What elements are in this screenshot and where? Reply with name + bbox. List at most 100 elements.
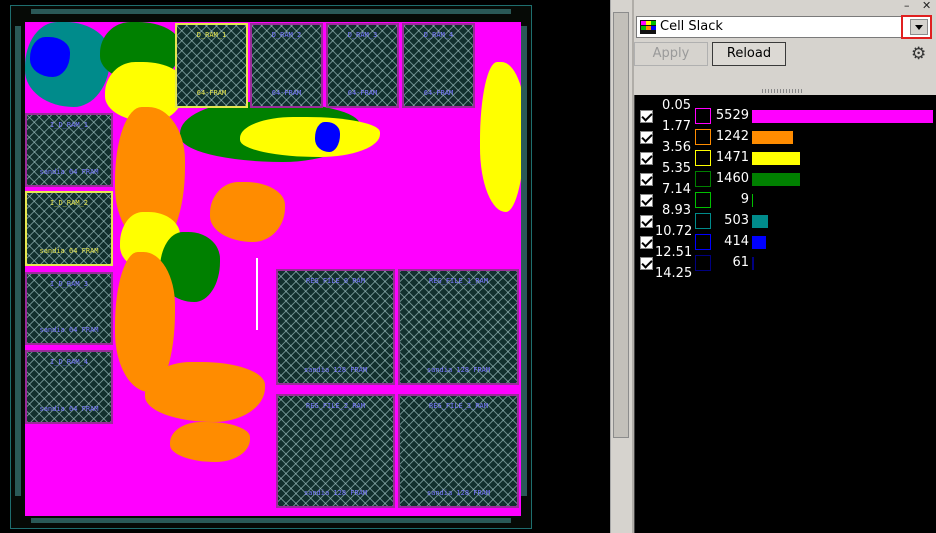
macro-type: sandia 128 FRAM (303, 489, 368, 497)
macro-name: I_D_RAM_4 (50, 358, 88, 366)
bin-checkbox-1[interactable] (640, 110, 653, 123)
macro-type: sandia 64 FRAM (39, 405, 99, 413)
bin-checkbox-8[interactable] (640, 257, 653, 270)
reload-button[interactable]: Reload (712, 42, 786, 66)
bin-checkbox-5[interactable] (640, 194, 653, 207)
macro-reg-file-0-ram[interactable]: REG_FILE_0_RAM sandia 128 FRAM (276, 269, 395, 385)
bin-checkbox-3[interactable] (640, 152, 653, 165)
heat-region-orange-bottom (145, 362, 265, 422)
bin-count: 5529 (715, 108, 749, 123)
bin-color-swatch[interactable] (695, 192, 711, 208)
macro-d-ram-3[interactable]: D_RAM_3 64-FRAM (326, 23, 399, 108)
macro-type: sandia 64 FRAM (39, 247, 99, 255)
threshold-label: 8.93 (662, 203, 691, 218)
gear-icon[interactable]: ⚙ (911, 45, 929, 63)
macro-name: REG_FILE_3_RAM (428, 402, 488, 410)
heat-region-blue-mid (315, 122, 340, 152)
macro-type: sandia 128 FRAM (426, 489, 491, 497)
macro-type: sandia 64 FRAM (39, 168, 99, 176)
bin-checkbox-7[interactable] (640, 236, 653, 249)
macro-name: D_RAM_3 (347, 31, 378, 39)
panel-titlebar: – ✕ (634, 0, 936, 14)
bin-bar (752, 152, 800, 165)
ruler-marker (256, 258, 258, 330)
bin-checkbox-2[interactable] (640, 131, 653, 144)
macro-i-d-ram-1[interactable]: I_D_RAM_1 sandia 64 FRAM (25, 113, 113, 187)
heatmap-select[interactable]: Cell Slack (636, 16, 932, 38)
threshold-label: 3.56 (662, 140, 691, 155)
macro-type: 64-FRAM (196, 89, 227, 97)
macro-reg-file-2-ram[interactable]: REG_FILE_2_RAM sandia 128 FRAM (276, 394, 395, 508)
core-area[interactable]: D_RAM_1 64-FRAM D_RAM_2 64-FRAM D_RAM_3 … (25, 22, 521, 516)
macro-name: REG_FILE_2_RAM (305, 402, 365, 410)
macro-d-ram-4[interactable]: D_RAM_4 64-FRAM (402, 23, 475, 108)
io-ring-left (15, 26, 21, 496)
layout-canvas[interactable]: D_RAM_1 64-FRAM D_RAM_2 64-FRAM D_RAM_3 … (0, 0, 610, 533)
macro-d-ram-1[interactable]: D_RAM_1 64-FRAM (175, 23, 248, 108)
macro-type: 64-FRAM (271, 89, 302, 97)
close-icon[interactable]: ✕ (922, 0, 931, 12)
macro-name: I_D_RAM_1 (50, 121, 88, 129)
bin-count: 1471 (715, 150, 749, 165)
threshold-label: 7.14 (662, 182, 691, 197)
macro-name: D_RAM_1 (196, 31, 227, 39)
io-ring-bottom (31, 518, 511, 523)
macro-reg-file-3-ram[interactable]: REG_FILE_3_RAM sandia 128 FRAM (398, 394, 519, 508)
bin-bar (752, 110, 933, 123)
threshold-label: 0.05 (662, 98, 691, 113)
bin-bar (752, 131, 793, 144)
macro-name: D_RAM_4 (423, 31, 454, 39)
macro-type: 64-FRAM (347, 89, 378, 97)
scrollbar-thumb[interactable] (613, 12, 629, 438)
macro-name: REG_FILE_1_RAM (428, 277, 488, 285)
bin-color-swatch[interactable] (695, 129, 711, 145)
heat-region-yellow-mid (240, 117, 380, 157)
bin-bar (752, 257, 754, 270)
apply-button[interactable]: Apply (634, 42, 708, 66)
bin-color-swatch[interactable] (695, 150, 711, 166)
macro-i-d-ram-2[interactable]: I_D_RAM_2 sandia 64 FRAM (25, 191, 113, 266)
bin-count: 9 (740, 192, 749, 207)
bin-checkbox-6[interactable] (640, 215, 653, 228)
bin-color-swatch[interactable] (695, 171, 711, 187)
macro-type: sandia 128 FRAM (303, 366, 368, 374)
macro-name: REG_FILE_0_RAM (305, 277, 365, 285)
bin-color-swatch[interactable] (695, 213, 711, 229)
dropdown-button-highlight (901, 15, 932, 39)
macro-i-d-ram-4[interactable]: I_D_RAM_4 sandia 64 FRAM (25, 350, 113, 424)
bin-color-swatch[interactable] (695, 255, 711, 271)
heat-region-blue (30, 37, 70, 77)
bin-color-swatch[interactable] (695, 108, 711, 124)
bin-color-swatch[interactable] (695, 234, 711, 250)
bin-count: 1242 (715, 129, 749, 144)
minimize-icon[interactable]: – (904, 0, 910, 12)
io-ring-top (31, 9, 511, 14)
resize-grip[interactable] (762, 89, 802, 93)
macro-reg-file-1-ram[interactable]: REG_FILE_1_RAM sandia 128 FRAM (398, 269, 519, 385)
macro-d-ram-2[interactable]: D_RAM_2 64-FRAM (250, 23, 323, 108)
macro-name: I_D_RAM_2 (50, 199, 88, 207)
macro-name: I_D_RAM_3 (50, 280, 88, 288)
bin-count: 61 (732, 255, 749, 270)
vertical-scrollbar[interactable] (610, 0, 632, 533)
heat-region-yellow-right (480, 62, 521, 212)
bin-bar (752, 236, 766, 249)
macro-name: D_RAM_2 (271, 31, 302, 39)
macro-type: 64-FRAM (423, 89, 454, 97)
bin-count: 503 (724, 213, 749, 228)
heat-region-orange-bottom2 (170, 422, 250, 462)
heat-region-orange-mid (210, 182, 285, 242)
bin-checkbox-4[interactable] (640, 173, 653, 186)
threshold-label: 12.51 (655, 245, 693, 260)
heatmap-icon (640, 20, 656, 34)
heatmap-select-value: Cell Slack (660, 19, 723, 34)
macro-type: sandia 128 FRAM (426, 366, 491, 374)
macro-i-d-ram-3[interactable]: I_D_RAM_3 sandia 64 FRAM (25, 272, 113, 345)
bin-count: 414 (724, 234, 749, 249)
heatmap-panel: – ✕ Cell Slack Apply Reload ⚙ 0.05 1.77 … (634, 0, 936, 533)
bin-bar (752, 194, 753, 207)
threshold-label: 14.25 (655, 266, 693, 281)
bin-count: 1460 (715, 171, 749, 186)
threshold-label: 1.77 (662, 119, 691, 134)
threshold-label: 5.35 (662, 161, 691, 176)
